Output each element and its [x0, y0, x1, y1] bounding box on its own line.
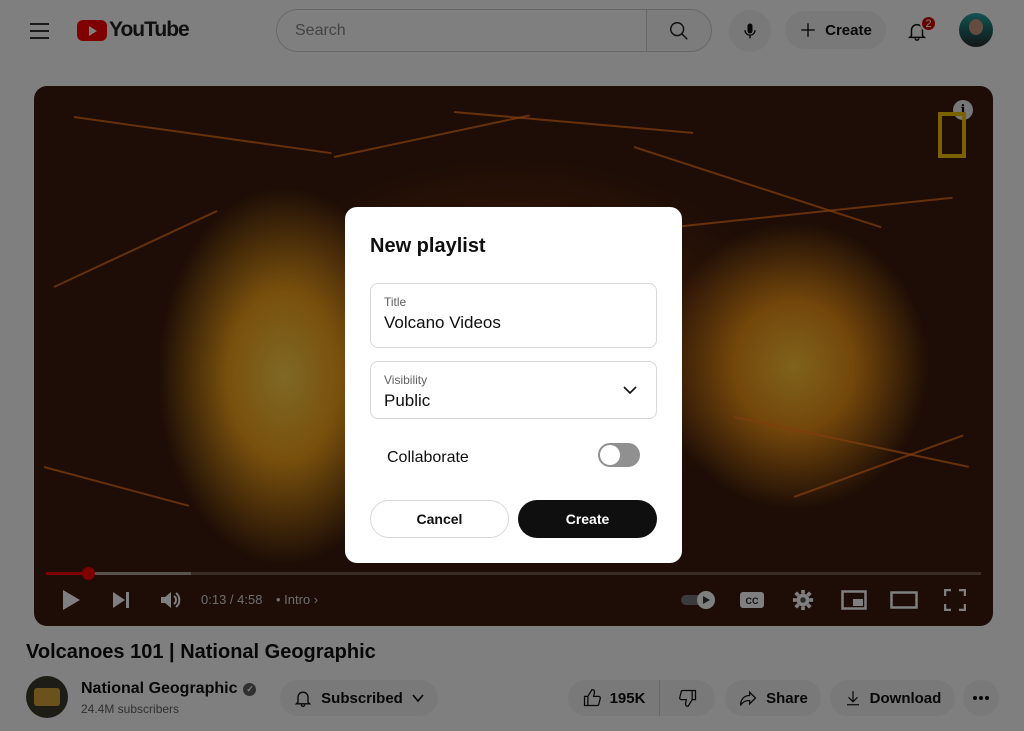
- title-field-value: Volcano Videos: [384, 313, 501, 333]
- visibility-select[interactable]: Visibility Public: [370, 361, 657, 419]
- playlist-title-field[interactable]: Title Volcano Videos: [370, 283, 657, 348]
- visibility-value: Public: [384, 391, 430, 411]
- cancel-button[interactable]: Cancel: [370, 500, 509, 538]
- chevron-down-icon: [622, 382, 638, 398]
- toggle-knob: [600, 445, 620, 465]
- collaborate-label: Collaborate: [387, 449, 469, 467]
- title-field-label: Title: [384, 295, 406, 309]
- create-playlist-button[interactable]: Create: [518, 500, 657, 538]
- dialog-title: New playlist: [370, 235, 486, 258]
- collaborate-toggle[interactable]: [598, 443, 640, 467]
- new-playlist-dialog: New playlist Title Volcano Videos Visibi…: [345, 207, 682, 563]
- visibility-label: Visibility: [384, 373, 427, 387]
